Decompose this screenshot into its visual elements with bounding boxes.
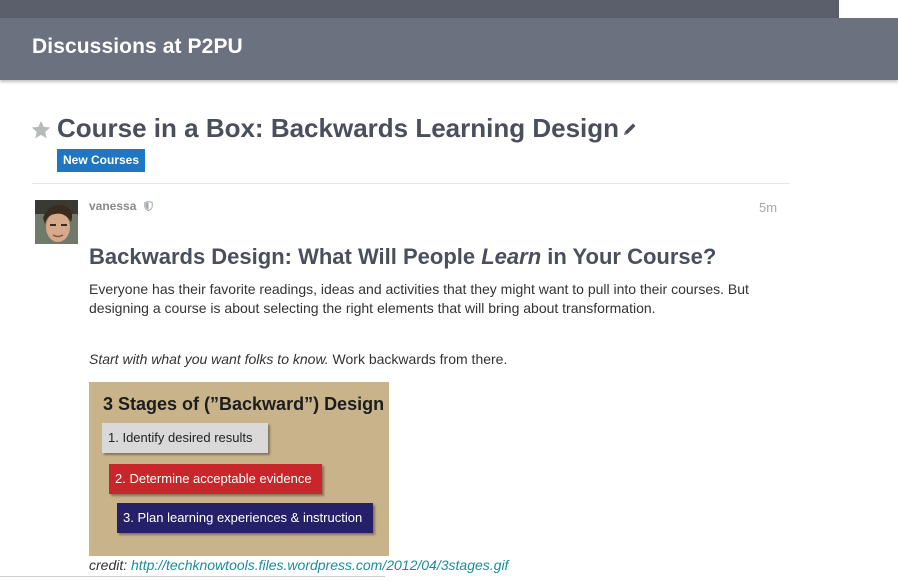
star-icon[interactable] <box>30 119 52 141</box>
site-title[interactable]: Discussions at P2PU <box>32 35 243 59</box>
topic-title: Course in a Box: Backwards Learning Desi… <box>57 113 620 143</box>
diagram-title: 3 Stages of (”Backward”) Design <box>103 394 385 414</box>
divider <box>32 183 790 184</box>
credit-label: credit: <box>89 557 132 573</box>
paragraph-text: Work backwards from there. <box>328 351 508 367</box>
post-paragraph: Everyone has their favorite readings, id… <box>89 281 749 316</box>
post-heading: Backwards Design: What Will People Learn… <box>89 244 716 270</box>
image-credit: credit: http://techknowtools.files.wordp… <box>89 557 508 573</box>
site-header: Discussions at P2PU <box>0 18 898 80</box>
heading-part: in Your Course? <box>541 244 717 269</box>
stages-diagram-image[interactable]: 3 Stages of (”Backward”) Design 1. Ident… <box>89 382 389 556</box>
post-paragraph: Start with what you want folks to know. … <box>89 350 507 369</box>
post-timestamp[interactable]: 5m <box>759 200 777 215</box>
bottom-border <box>0 576 385 577</box>
stage-2-box: 2. Determine acceptable evidence <box>109 464 322 494</box>
credit-link[interactable]: http://techknowtools.files.wordpress.com… <box>131 557 508 573</box>
pencil-icon[interactable] <box>622 121 638 137</box>
avatar[interactable] <box>35 200 78 244</box>
top-bar <box>0 0 839 18</box>
paragraph-emphasis: Start with what you want folks to know. <box>89 351 329 367</box>
category-badge[interactable]: New Courses <box>57 149 146 172</box>
heading-emphasis: Learn <box>481 244 542 269</box>
post-username[interactable]: vanessa <box>89 199 136 213</box>
heading-part: Backwards Design: What Will People <box>89 244 482 269</box>
stage-3-box: 3. Plan learning experiences & instructi… <box>117 503 373 533</box>
shield-icon <box>144 201 153 211</box>
stage-1-box: 1. Identify desired results <box>102 423 268 453</box>
